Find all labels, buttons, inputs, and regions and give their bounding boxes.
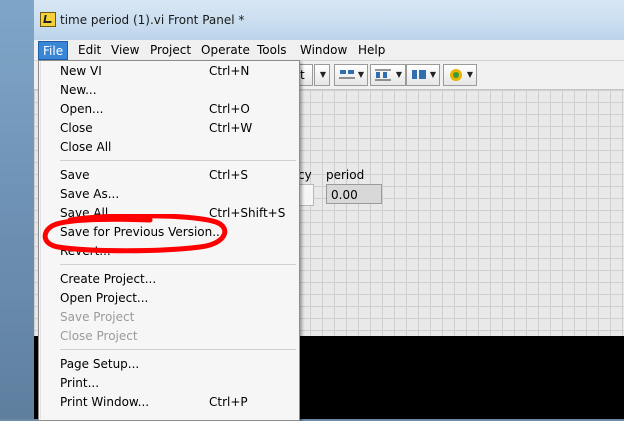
chevron-down-icon: ▼ [466,70,473,79]
menu-item-save-as[interactable]: Save As... [60,187,119,201]
menu-window[interactable]: Window [296,41,351,59]
menu-item-close-project: Close Project [60,329,138,343]
menu-item-new[interactable]: New... [60,83,97,97]
menu-icon-gutter [40,61,41,419]
menu-item-save[interactable]: Save [60,168,89,182]
menu-item-open-project[interactable]: Open Project... [60,291,148,305]
distribute-objects-icon [375,69,391,81]
menu-operate[interactable]: Operate [197,41,254,59]
control-label-frequency: cy [298,168,312,182]
shortcut-open: Ctrl+O [209,102,250,116]
desktop-background [0,0,34,419]
period-indicator: 0.00 [326,184,382,204]
menu-item-create-project[interactable]: Create Project... [60,272,156,286]
shortcut-save: Ctrl+S [209,168,249,182]
toolbar-dropdown-button[interactable]: ▼ [314,64,330,86]
menu-item-open[interactable]: Open... [60,102,104,116]
menu-separator [60,349,296,350]
chevron-down-icon: ▼ [319,70,326,79]
menu-separator [60,160,296,161]
toolbar-font-control[interactable]: t [298,64,313,86]
menu-item-save-all[interactable]: Save All [60,206,108,220]
menu-tools[interactable]: Tools [253,41,291,59]
distribute-objects-button[interactable]: ▼ [370,64,406,86]
menu-file[interactable]: File [38,41,69,60]
menu-item-page-setup[interactable]: Page Setup... [60,357,139,371]
shortcut-close: Ctrl+W [209,121,253,135]
align-objects-button[interactable]: ▼ [334,64,368,86]
shortcut-save-all: Ctrl+Shift+S [209,206,286,220]
toolbar-font-label: t [300,68,305,82]
reorder-button[interactable]: ▼ [443,64,477,86]
menu-edit[interactable]: Edit [74,41,105,59]
chevron-down-icon: ▼ [395,70,402,79]
menu-item-save-for-previous-version[interactable]: Save for Previous Version... [60,225,224,239]
menu-item-revert[interactable]: Revert... [60,244,111,258]
shortcut-new-vi: Ctrl+N [209,64,250,78]
align-objects-icon [339,70,355,79]
resize-objects-icon [412,70,426,79]
menu-help[interactable]: Help [354,41,389,59]
menu-project[interactable]: Project [146,41,195,59]
menu-separator [60,264,296,265]
menu-item-close-all[interactable]: Close All [60,140,111,154]
menu-item-new-vi[interactable]: New VI [60,64,102,78]
menu-item-print-window[interactable]: Print Window... [60,395,149,409]
menu-view[interactable]: View [107,41,143,59]
chevron-down-icon: ▼ [357,70,364,79]
reorder-icon [450,69,462,81]
resize-objects-button[interactable]: ▼ [406,64,440,86]
menu-item-save-project: Save Project [60,310,135,324]
shortcut-print-window: Ctrl+P [209,395,248,409]
chevron-down-icon: ▼ [429,70,436,79]
menu-item-print[interactable]: Print... [60,376,99,390]
window-title: time period (1).vi Front Panel * [60,13,245,27]
control-label-period: period [326,168,365,182]
menu-item-close[interactable]: Close [60,121,93,135]
labview-app-icon [40,12,56,27]
